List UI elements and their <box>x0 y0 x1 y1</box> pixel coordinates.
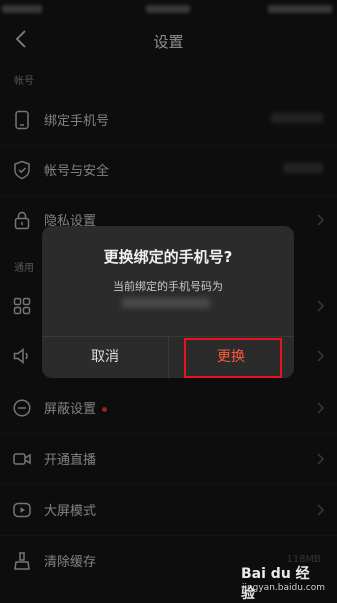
baidu-jingyan-watermark: Bai du 经验 jingyan.baidu.com <box>241 563 331 602</box>
highlight-annotation-box <box>184 338 282 378</box>
cancel-button[interactable]: 取消 <box>42 336 168 378</box>
redacted-phone-number <box>122 298 210 308</box>
dialog-message: 当前绑定的手机号码为 <box>113 280 223 293</box>
dialog-title: 更换绑定的手机号? <box>103 248 233 266</box>
watermark-url: jingyan.baidu.com <box>241 583 325 593</box>
